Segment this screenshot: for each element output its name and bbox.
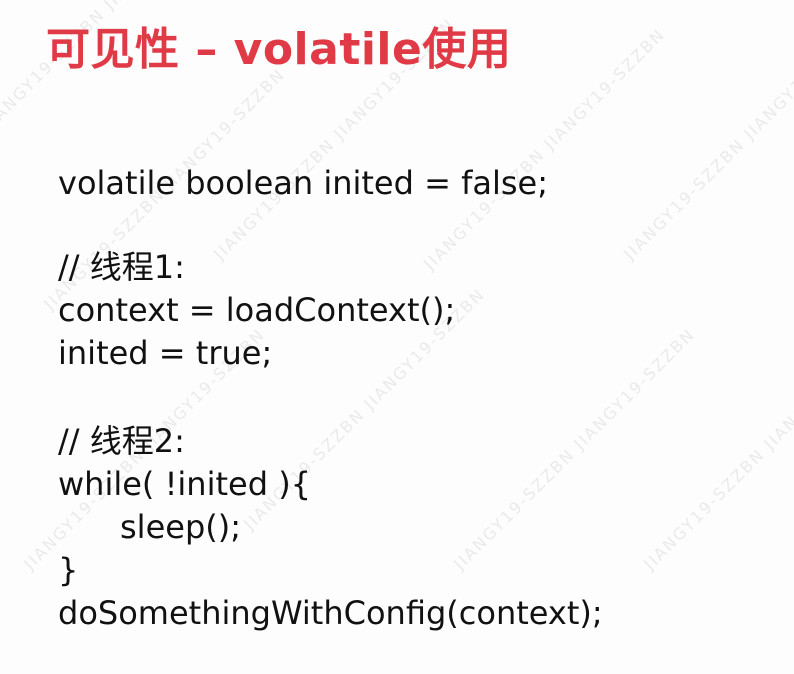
code-line-close-brace: }	[58, 551, 79, 589]
slide: JIANGY19-SZZBN JIANGY19-SZZBN JIANGY19-S…	[0, 0, 794, 674]
code-line-declaration: volatile boolean inited = false;	[58, 164, 548, 202]
code-line-load-context: context = loadContext();	[58, 291, 456, 329]
watermark: JIANGY19-SZZBN JIANGY19-SZZBN	[620, 14, 794, 264]
code-line-while: while( !inited ){	[58, 465, 312, 503]
watermark: JIANGY19-SZZBN JIANGY19-SZZBN	[640, 324, 794, 574]
watermark: JIANGY19-SZZBN JIANGY19-SZZBN	[450, 324, 699, 574]
code-line-sleep: sleep();	[120, 508, 241, 546]
code-line-do-something: doSomethingWithConfig(context);	[58, 594, 603, 632]
code-line-comment-thread2: // 线程2:	[58, 422, 185, 460]
code-line-set-inited: inited = true;	[58, 334, 273, 372]
slide-title: 可见性 – volatile使用	[46, 24, 512, 75]
code-line-comment-thread1: // 线程1:	[58, 248, 185, 286]
